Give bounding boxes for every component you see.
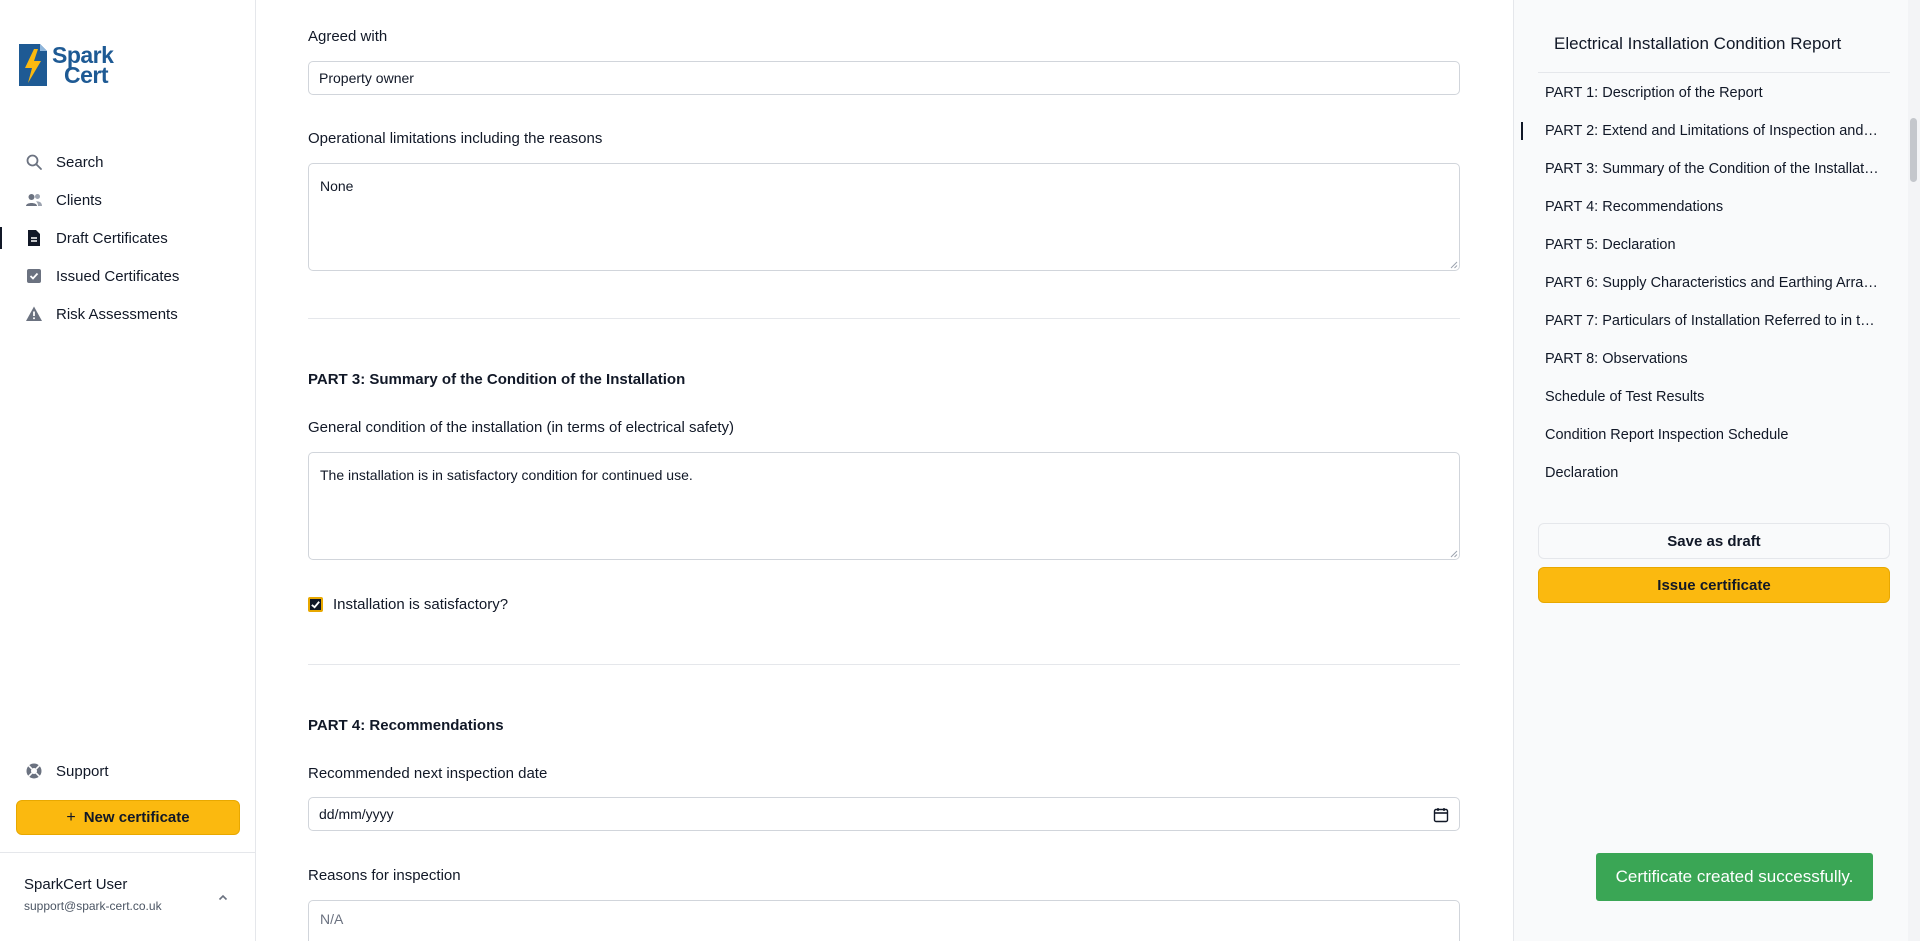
resize-handle-icon[interactable]	[1450, 261, 1458, 269]
support-link[interactable]: Support	[0, 752, 255, 790]
users-icon	[25, 191, 43, 209]
chevron-up-icon[interactable]	[216, 891, 230, 905]
divider	[0, 852, 255, 853]
nav-item-label: Draft Certificates	[56, 229, 168, 247]
user-menu[interactable]: SparkCert User support@spark-cert.co.uk	[24, 876, 240, 913]
check-document-icon	[25, 267, 43, 285]
checkmark-icon	[311, 600, 320, 609]
satisfactory-checkbox-row[interactable]: Installation is satisfactory?	[308, 594, 508, 614]
user-email: support@spark-cert.co.uk	[24, 899, 162, 913]
resize-handle-icon[interactable]	[1450, 550, 1458, 558]
main-nav: Search Clients Draft Certificates Issued…	[0, 143, 255, 333]
warning-icon	[25, 305, 43, 323]
nav-item-search[interactable]: Search	[0, 143, 255, 181]
section-divider	[308, 664, 1460, 665]
search-icon	[25, 153, 43, 171]
operational-limitations-textarea[interactable]: None	[308, 163, 1460, 271]
nav-item-draft-certificates[interactable]: Draft Certificates	[0, 219, 255, 257]
toc-item-part2[interactable]: PART 2: Extend and Limitations of Inspec…	[1514, 112, 1894, 150]
sidebar: Spark Cert Search Clients Draft Certific…	[0, 0, 256, 941]
nav-item-risk-assessments[interactable]: Risk Assessments	[0, 295, 255, 333]
toc-item-part7[interactable]: PART 7: Particulars of Installation Refe…	[1514, 302, 1894, 340]
toc-item-part3[interactable]: PART 3: Summary of the Condition of the …	[1514, 150, 1894, 188]
toc-label: PART 2: Extend and Limitations of Inspec…	[1545, 123, 1881, 139]
toc-label: PART 6: Supply Characteristics and Earth…	[1545, 275, 1881, 291]
nav-item-clients[interactable]: Clients	[0, 181, 255, 219]
issue-certificate-button[interactable]: Issue certificate	[1538, 567, 1890, 603]
satisfactory-label: Installation is satisfactory?	[333, 595, 509, 613]
date-placeholder: dd/mm/yyyy	[319, 806, 394, 822]
toc-label: Declaration	[1545, 465, 1619, 481]
toc-item-part5[interactable]: PART 5: Declaration	[1514, 226, 1894, 264]
toc-label: PART 8: Observations	[1545, 351, 1688, 367]
save-draft-button[interactable]: Save as draft	[1538, 523, 1890, 559]
document-icon	[25, 229, 43, 247]
scrollbar[interactable]	[1908, 0, 1920, 941]
logo-line-2: Cert	[64, 62, 109, 88]
agreed-with-label: Agreed with	[308, 28, 388, 45]
lifebuoy-icon	[25, 762, 43, 780]
sparkcert-logo[interactable]: Spark Cert	[16, 38, 116, 92]
agreed-with-input[interactable]	[308, 61, 1460, 95]
toc-item-part4[interactable]: PART 4: Recommendations	[1514, 188, 1894, 226]
certificate-form: Agreed with Operational limitations incl…	[257, 0, 1513, 941]
section-divider	[308, 318, 1460, 319]
toc-label: PART 5: Declaration	[1545, 237, 1676, 253]
satisfactory-checkbox[interactable]	[308, 596, 323, 612]
nav-item-label: Risk Assessments	[56, 305, 178, 323]
general-condition-label: General condition of the installation (i…	[308, 419, 735, 436]
part3-title: PART 3: Summary of the Condition of the …	[308, 371, 686, 388]
nav-item-issued-certificates[interactable]: Issued Certificates	[0, 257, 255, 295]
toc-item-inspection-schedule[interactable]: Condition Report Inspection Schedule	[1514, 416, 1894, 454]
new-certificate-label: New certificate	[83, 809, 190, 826]
toc-label: Condition Report Inspection Schedule	[1545, 427, 1789, 443]
toc-item-test-results[interactable]: Schedule of Test Results	[1514, 378, 1894, 416]
nav-item-label: Search	[56, 153, 104, 171]
toc-label: PART 1: Description of the Report	[1545, 85, 1763, 101]
operational-limitations-label: Operational limitations including the re…	[308, 130, 603, 147]
reasons-label: Reasons for inspection	[308, 867, 461, 884]
toc-item-part6[interactable]: PART 6: Supply Characteristics and Earth…	[1514, 264, 1894, 302]
toc-item-declaration[interactable]: Declaration	[1514, 454, 1894, 492]
general-condition-textarea[interactable]: The installation is in satisfactory cond…	[308, 452, 1460, 560]
toc-label: PART 4: Recommendations	[1545, 199, 1724, 215]
new-certificate-button[interactable]: + New certificate	[16, 800, 240, 835]
next-inspection-date-input[interactable]: dd/mm/yyyy	[308, 797, 1460, 831]
nav-item-label: Clients	[56, 191, 102, 209]
logo-wordmark: Spark Cert	[52, 44, 114, 88]
report-title: Electrical Installation Condition Report	[1554, 34, 1842, 53]
nav-item-label: Issued Certificates	[56, 267, 180, 285]
toc-label: Schedule of Test Results	[1545, 389, 1705, 405]
reasons-textarea[interactable]: N/A	[308, 900, 1460, 941]
toc-label: PART 7: Particulars of Installation Refe…	[1545, 313, 1881, 329]
divider	[1538, 72, 1890, 73]
toc-label: PART 3: Summary of the Condition of the …	[1545, 161, 1881, 177]
report-outline-panel: Electrical Installation Condition Report…	[1513, 0, 1920, 941]
plus-icon: +	[66, 808, 76, 826]
calendar-icon[interactable]	[1433, 807, 1449, 823]
scrollbar-thumb[interactable]	[1910, 118, 1917, 182]
support-label: Support	[56, 762, 109, 780]
user-name: SparkCert User	[24, 876, 128, 893]
part4-title: PART 4: Recommendations	[308, 717, 504, 734]
next-inspection-label: Recommended next inspection date	[308, 765, 548, 782]
toc-item-part8[interactable]: PART 8: Observations	[1514, 340, 1894, 378]
report-toc: PART 1: Description of the Report PART 2…	[1514, 74, 1894, 492]
success-toast: Certificate created successfully.	[1596, 853, 1873, 901]
toc-item-part1[interactable]: PART 1: Description of the Report	[1514, 74, 1894, 112]
lightning-document-icon	[19, 44, 47, 86]
